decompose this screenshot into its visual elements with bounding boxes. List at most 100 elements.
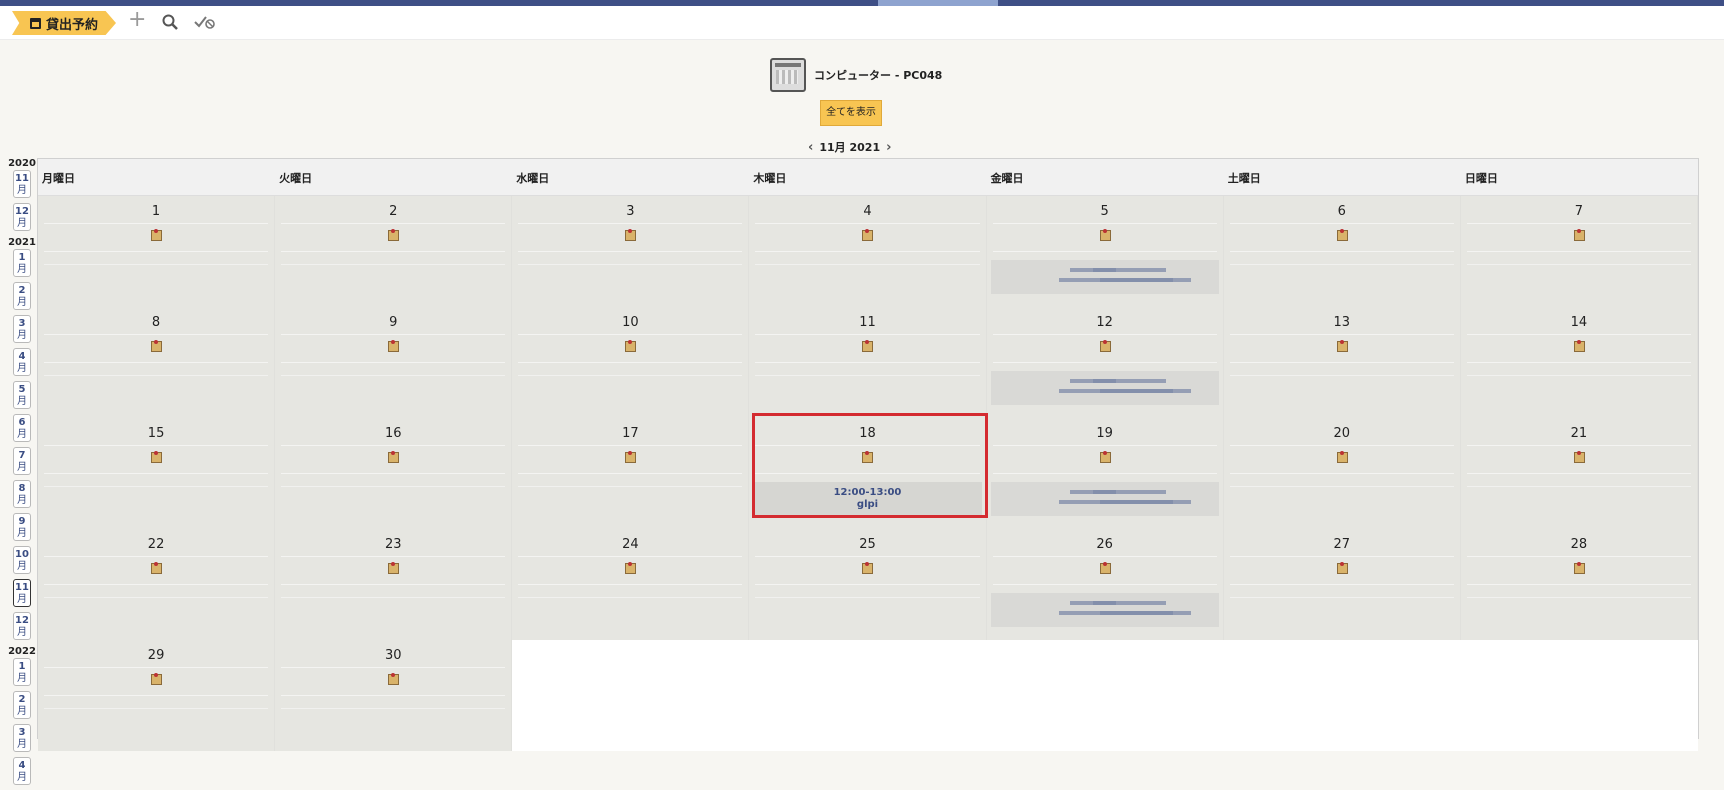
add-reservation-icon[interactable] [862, 562, 874, 574]
month-suffix: 月 [17, 561, 27, 572]
month-button[interactable]: 5月 [13, 381, 31, 409]
add-reservation-icon[interactable] [1336, 451, 1348, 463]
cell-divider [755, 223, 980, 224]
add-reservation-icon[interactable] [625, 562, 637, 574]
add-reservation-icon[interactable] [862, 340, 874, 352]
weekday-label: 水曜日 [516, 172, 550, 185]
month-number: 12 [15, 615, 29, 626]
month-button[interactable]: 12 月 [13, 203, 31, 231]
blurred-text [1093, 268, 1117, 272]
day-number: 8 [151, 315, 161, 330]
add-reservation-icon[interactable] [151, 340, 163, 352]
month-button[interactable]: 7月 [13, 447, 31, 475]
add-reservation-icon[interactable] [388, 229, 400, 241]
day-number: 12 [1096, 315, 1113, 330]
resource-name: コンピューター - PC048 [814, 69, 943, 82]
month-button[interactable]: 11 月 [13, 579, 31, 607]
month-button[interactable]: 8月 [13, 480, 31, 508]
day-cell: 25 [749, 529, 987, 640]
cell-divider [1466, 375, 1691, 376]
plus-icon[interactable]: + [128, 9, 146, 31]
checklist-icon[interactable] [194, 15, 216, 29]
month-button[interactable]: 4月 [13, 348, 31, 376]
month-sidebar: 2020 11 月 12 月 2021 1 月 2 月 3 月 4 月 5 月 6 月 7 月 8 月 9 月 10 月 11 月 12… [8, 157, 36, 790]
day-number: 9 [389, 315, 398, 330]
add-reservation-icon[interactable] [1573, 229, 1585, 241]
add-reservation-icon[interactable] [625, 229, 637, 241]
day-cell: 19 [986, 418, 1224, 529]
month-button[interactable]: 2月 [13, 691, 31, 719]
add-reservation-icon[interactable] [151, 673, 163, 685]
add-reservation-icon[interactable] [388, 340, 400, 352]
day-cell: 16 [275, 418, 513, 529]
add-reservation-icon[interactable] [1573, 340, 1585, 352]
add-reservation-icon[interactable] [151, 229, 163, 241]
cell-divider [992, 584, 1217, 585]
day-cell: 17 [512, 418, 750, 529]
add-reservation-icon[interactable] [1099, 562, 1111, 574]
next-month-icon[interactable]: › [886, 140, 891, 155]
add-reservation-icon[interactable] [388, 673, 400, 685]
reservation-entry-blurred[interactable] [990, 260, 1219, 294]
add-reservation-icon[interactable] [1573, 451, 1585, 463]
prev-month-icon[interactable]: ‹ [808, 140, 813, 155]
breadcrumb-reservations[interactable]: 貸出予約 [12, 11, 116, 35]
month-button[interactable]: 6月 [13, 414, 31, 442]
add-reservation-icon[interactable] [151, 451, 163, 463]
add-reservation-icon[interactable] [388, 451, 400, 463]
month-suffix: 月 [17, 706, 27, 717]
month-suffix: 月 [17, 218, 27, 229]
day-number: 14 [1570, 315, 1588, 330]
reservation-entry-blurred[interactable] [990, 593, 1219, 627]
blurred-text [1116, 268, 1167, 272]
month-button[interactable]: 10 月 [13, 546, 31, 574]
month-button[interactable]: 9月 [13, 513, 31, 541]
month-suffix: 月 [17, 462, 27, 473]
cell-divider [992, 556, 1217, 557]
reservation-entry-blurred[interactable] [990, 371, 1219, 405]
month-button[interactable]: 3月 [13, 724, 31, 752]
add-reservation-icon[interactable] [1099, 451, 1111, 463]
day-cell: 3 [512, 196, 750, 307]
cell-divider [44, 251, 269, 252]
show-all-button[interactable]: 全てを表示 [820, 100, 882, 126]
add-reservation-icon[interactable] [625, 340, 637, 352]
resource-title: コンピューター - PC048 [770, 58, 942, 92]
month-number: 3 [18, 727, 26, 738]
month-button[interactable]: 1月 [13, 249, 31, 277]
cell-divider [281, 362, 506, 363]
month-suffix: 月 [17, 739, 27, 750]
month-button[interactable]: 11 月 [13, 170, 31, 198]
cell-divider [755, 362, 980, 363]
day-cell: 23 [275, 529, 513, 640]
add-reservation-icon[interactable] [388, 562, 400, 574]
add-reservation-icon[interactable] [1336, 340, 1348, 352]
day-number: 21 [1570, 426, 1588, 441]
month-button[interactable]: 1月 [13, 658, 31, 686]
add-reservation-icon[interactable] [1573, 562, 1585, 574]
reservation-entry-blurred[interactable] [990, 482, 1219, 516]
month-button[interactable]: 2月 [13, 282, 31, 310]
month-button[interactable]: 4月 [13, 757, 31, 785]
add-reservation-icon[interactable] [1336, 229, 1348, 241]
blurred-text [1116, 601, 1167, 605]
cell-divider [44, 556, 269, 557]
day-cell: 24 [512, 529, 750, 640]
month-suffix: 月 [17, 185, 27, 196]
add-reservation-icon[interactable] [862, 229, 874, 241]
blurred-text [1100, 500, 1192, 504]
month-button[interactable]: 3月 [13, 315, 31, 343]
add-reservation-icon[interactable] [1336, 562, 1348, 574]
cell-divider [281, 584, 506, 585]
day-cell: 30 [275, 640, 513, 751]
day-cell: 11 [749, 307, 987, 418]
add-reservation-icon[interactable] [151, 562, 163, 574]
add-reservation-icon[interactable] [1099, 340, 1111, 352]
month-button[interactable]: 12 月 [13, 612, 31, 640]
add-reservation-icon[interactable] [1099, 229, 1111, 241]
add-reservation-icon[interactable] [625, 451, 637, 463]
search-icon[interactable] [162, 14, 178, 30]
cell-divider [1466, 556, 1691, 557]
weekday-header: 月曜日 火曜日 水曜日 木曜日 金曜日 土曜日 日曜日 [38, 159, 1698, 196]
cell-divider [992, 334, 1217, 335]
